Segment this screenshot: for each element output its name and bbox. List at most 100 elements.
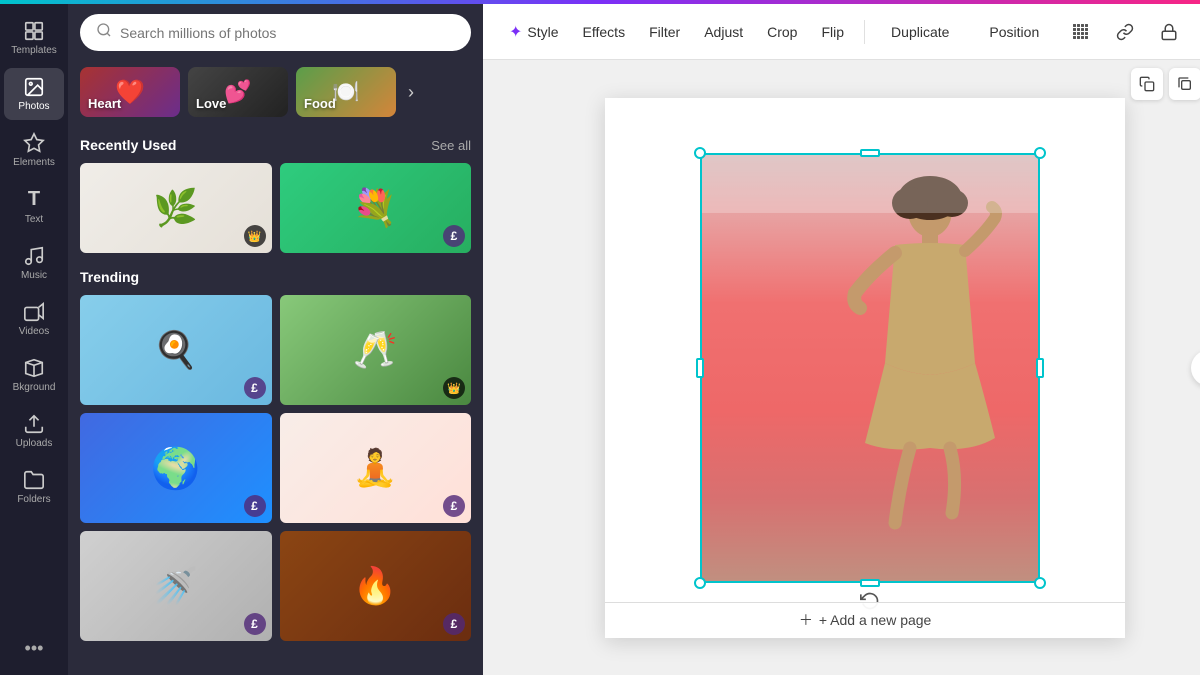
crown-badge-2: 👑 <box>443 377 465 399</box>
handle-top-mid[interactable] <box>860 149 880 157</box>
pound-badge-3: £ <box>244 495 266 517</box>
trending-item-3[interactable]: 🌍 £ <box>80 413 272 523</box>
woman-figure <box>810 163 1010 543</box>
templates-label: Templates <box>11 45 57 56</box>
trending-item-6[interactable]: 🔥 £ <box>280 531 472 641</box>
search-input-wrapper <box>80 14 471 51</box>
text-label: Text <box>25 214 43 225</box>
trending-item-1[interactable]: 🍳 £ <box>80 295 272 405</box>
selected-image[interactable] <box>700 153 1040 583</box>
sidebar-item-music[interactable]: Music <box>4 237 64 289</box>
canvas-area: ＋ + Add a new page <box>483 60 1200 675</box>
more-button[interactable]: ••• <box>17 630 52 667</box>
effects-label: Effects <box>583 24 626 40</box>
pound-badge-4: £ <box>443 495 465 517</box>
uploads-icon <box>23 413 45 435</box>
filter-button[interactable]: Filter <box>639 18 690 46</box>
handle-mid-left[interactable] <box>696 358 704 378</box>
sidebar-item-videos[interactable]: Videos <box>4 293 64 345</box>
delete-icon-button[interactable] <box>1195 14 1200 50</box>
canvas-page: ＋ + Add a new page <box>605 98 1125 638</box>
handle-bottom-mid[interactable] <box>860 579 880 587</box>
sidebar-item-templates[interactable]: Templates <box>4 12 64 64</box>
effects-button[interactable]: Effects <box>573 18 636 46</box>
handle-bottom-right[interactable] <box>1034 577 1046 589</box>
background-label: Bkground <box>13 382 56 393</box>
crown-badge-1: 👑 <box>244 225 266 247</box>
search-input[interactable] <box>120 25 455 41</box>
music-icon <box>23 245 45 267</box>
category-food[interactable]: 🍽️ Food <box>296 67 396 117</box>
sidebar-item-background[interactable]: Bkground <box>4 349 64 401</box>
search-bar <box>68 4 483 61</box>
trending-item-4[interactable]: 🧘 £ <box>280 413 472 523</box>
photos-icon <box>23 76 45 98</box>
text-icon: T <box>28 188 40 211</box>
position-button[interactable]: Position <box>973 17 1055 47</box>
videos-icon <box>23 301 45 323</box>
recently-item-1[interactable]: 🌿 👑 <box>80 163 272 253</box>
see-all-button[interactable]: See all <box>431 138 471 153</box>
category-love-label: Love <box>196 96 226 111</box>
category-heart[interactable]: ❤️ Heart <box>80 67 180 117</box>
category-arrow-right[interactable]: › <box>404 78 418 107</box>
handle-bottom-left[interactable] <box>694 577 706 589</box>
collapse-panel-button[interactable] <box>479 316 483 364</box>
toolbar-divider <box>864 20 865 44</box>
background-icon <box>23 357 45 379</box>
lock-icon-button[interactable] <box>1151 14 1187 50</box>
search-icon <box>96 22 112 43</box>
sidebar-item-folders[interactable]: Folders <box>4 461 64 513</box>
adjust-label: Adjust <box>704 24 743 40</box>
adjust-button[interactable]: Adjust <box>694 18 753 46</box>
sidebar-item-text[interactable]: T Text <box>4 180 64 233</box>
pattern-icon-button[interactable] <box>1063 14 1099 50</box>
trending-item-5[interactable]: 🚿 £ <box>80 531 272 641</box>
recently-used-header: Recently Used See all <box>80 137 471 153</box>
flip-label: Flip <box>821 24 844 40</box>
add-page-icon: ＋ <box>799 610 813 630</box>
duplicate-page-button[interactable] <box>1169 68 1200 100</box>
sidebar-item-elements[interactable]: Elements <box>4 124 64 176</box>
duplicate-button[interactable]: Duplicate <box>875 17 965 47</box>
trending-grid: 🍳 £ 🥂 👑 🌍 £ <box>80 295 471 641</box>
copy-page-button[interactable] <box>1131 68 1163 100</box>
photos-label: Photos <box>18 101 49 112</box>
trending-title: Trending <box>80 269 139 285</box>
photos-panel: ❤️ Heart 💕 Love 🍽️ Food › Rece <box>68 4 483 675</box>
refresh-button[interactable] <box>1191 350 1200 386</box>
style-label: Style <box>527 24 558 40</box>
more-icon: ••• <box>25 638 44 659</box>
videos-label: Videos <box>19 326 49 337</box>
folders-label: Folders <box>17 494 50 505</box>
crop-button[interactable]: Crop <box>757 18 807 46</box>
elements-icon <box>23 132 45 154</box>
photo-canvas <box>700 153 1040 583</box>
link-icon-button[interactable] <box>1107 14 1143 50</box>
handle-mid-right[interactable] <box>1036 358 1044 378</box>
style-button[interactable]: ✦ Style <box>499 16 569 48</box>
uploads-label: Uploads <box>16 438 53 449</box>
handle-top-left[interactable] <box>694 147 706 159</box>
recently-used-grid: 🌿 👑 💐 £ <box>80 163 471 253</box>
category-row: ❤️ Heart 💕 Love 🍽️ Food › <box>68 61 483 123</box>
handle-top-right[interactable] <box>1034 147 1046 159</box>
music-label: Music <box>21 270 47 281</box>
sidebar-item-uploads[interactable]: Uploads <box>4 405 64 457</box>
crop-label: Crop <box>767 24 797 40</box>
category-love[interactable]: 💕 Love <box>188 67 288 117</box>
panel-content: Recently Used See all 🌿 👑 💐 £ <box>68 123 483 675</box>
toolbar-right: Duplicate Position <box>875 14 1200 50</box>
flip-button[interactable]: Flip <box>811 18 854 46</box>
recently-item-2[interactable]: 💐 £ <box>280 163 472 253</box>
sparkle-icon: ✦ <box>509 22 522 42</box>
category-heart-label: Heart <box>88 96 121 111</box>
add-page-bar[interactable]: ＋ + Add a new page <box>605 602 1125 638</box>
pound-badge-1: £ <box>443 225 465 247</box>
trending-item-2[interactable]: 🥂 👑 <box>280 295 472 405</box>
pound-badge-6: £ <box>443 613 465 635</box>
templates-icon <box>23 20 45 42</box>
sidebar-item-photos[interactable]: Photos <box>4 68 64 120</box>
filter-label: Filter <box>649 24 680 40</box>
category-food-label: Food <box>304 96 336 111</box>
